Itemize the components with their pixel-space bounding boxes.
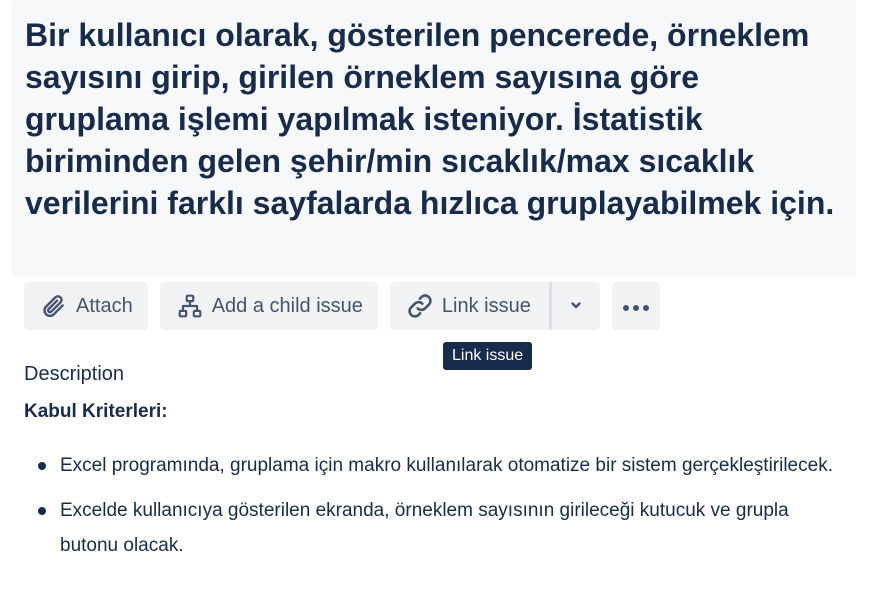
link-issue-split-button: Link issue (389, 282, 600, 330)
attach-button[interactable]: Attach (24, 282, 148, 330)
more-horizontal-icon (621, 295, 651, 318)
list-item-text: Excel programında, gruplama için makro k… (60, 455, 833, 476)
list-item-text: Excelde kullanıcıya gösterilen ekranda, … (60, 500, 789, 556)
add-child-issue-button[interactable]: Add a child issue (159, 282, 378, 330)
bullet-icon (38, 462, 46, 470)
issue-title[interactable]: Bir kullanıcı olarak, gösterilen pencere… (25, 14, 844, 224)
more-actions-button[interactable] (611, 282, 660, 330)
link-icon (406, 292, 434, 320)
issue-view: Bir kullanıcı olarak, gösterilen pencere… (0, 0, 883, 594)
issue-action-toolbar: Attach Add a child issue Link issue (24, 282, 672, 330)
list-item: Excel programında, gruplama için makro k… (24, 448, 844, 483)
hierarchy-icon (176, 292, 204, 320)
link-issue-button[interactable]: Link issue (389, 282, 549, 330)
acceptance-criteria-heading: Kabul Kriterleri: (24, 401, 168, 422)
chevron-down-icon (569, 295, 583, 318)
list-item: Excelde kullanıcıya gösterilen ekranda, … (24, 493, 844, 563)
issue-title-container[interactable]: Bir kullanıcı olarak, gösterilen pencere… (12, 0, 856, 276)
attach-label: Attach (76, 294, 133, 317)
acceptance-criteria-list: Excel programında, gruplama için makro k… (24, 448, 844, 573)
link-issue-tooltip: Link issue (443, 342, 533, 370)
link-issue-label: Link issue (441, 294, 531, 317)
add-child-issue-label: Add a child issue (211, 294, 363, 317)
description-label: Description (24, 363, 125, 385)
paperclip-icon (40, 292, 68, 320)
bullet-icon (38, 507, 46, 515)
link-issue-dropdown-button[interactable] (551, 282, 600, 330)
